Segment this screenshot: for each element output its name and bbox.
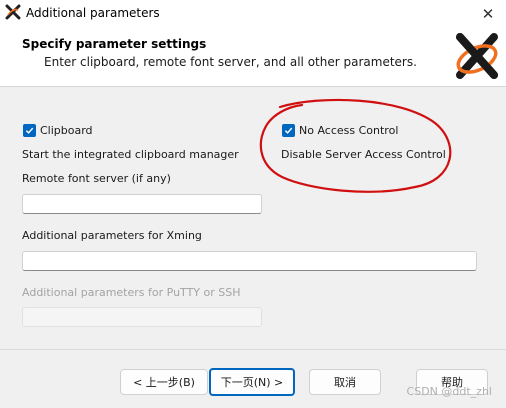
clipboard-checkbox[interactable]: Clipboard [23, 124, 93, 137]
no-access-control-description: Disable Server Access Control [281, 148, 446, 161]
putty-params-input [22, 307, 262, 327]
clipboard-description: Start the integrated clipboard manager [22, 148, 239, 161]
next-button[interactable]: 下一页(N) > [209, 368, 295, 396]
no-access-control-label: No Access Control [299, 124, 399, 137]
remote-font-server-input[interactable] [22, 194, 262, 214]
close-icon: ✕ [481, 4, 495, 23]
xming-params-input[interactable] [22, 251, 477, 271]
watermark: CSDN @ddt_zhl [406, 385, 492, 398]
header-title: Specify parameter settings [22, 37, 207, 51]
checkbox-checked-icon [23, 124, 36, 137]
close-button[interactable]: ✕ [470, 0, 506, 27]
xming-params-label: Additional parameters for Xming [22, 229, 202, 242]
no-access-control-checkbox[interactable]: No Access Control [282, 124, 398, 137]
footer-divider [0, 349, 506, 350]
xming-icon [5, 4, 21, 20]
header-subtitle: Enter clipboard, remote font server, and… [44, 55, 417, 69]
xming-logo [456, 33, 498, 79]
checkbox-checked-icon [282, 124, 295, 137]
putty-params-label: Additional parameters for PuTTY or SSH [22, 286, 241, 299]
back-button[interactable]: < 上一步(B) [120, 369, 208, 395]
title-bar: Additional parameters ✕ [0, 0, 506, 27]
remote-font-server-label: Remote font server (if any) [22, 172, 171, 185]
wizard-header: Specify parameter settings Enter clipboa… [0, 27, 506, 87]
cancel-button[interactable]: 取消 [309, 369, 381, 395]
clipboard-label: Clipboard [40, 124, 93, 137]
window-title: Additional parameters [26, 6, 160, 20]
